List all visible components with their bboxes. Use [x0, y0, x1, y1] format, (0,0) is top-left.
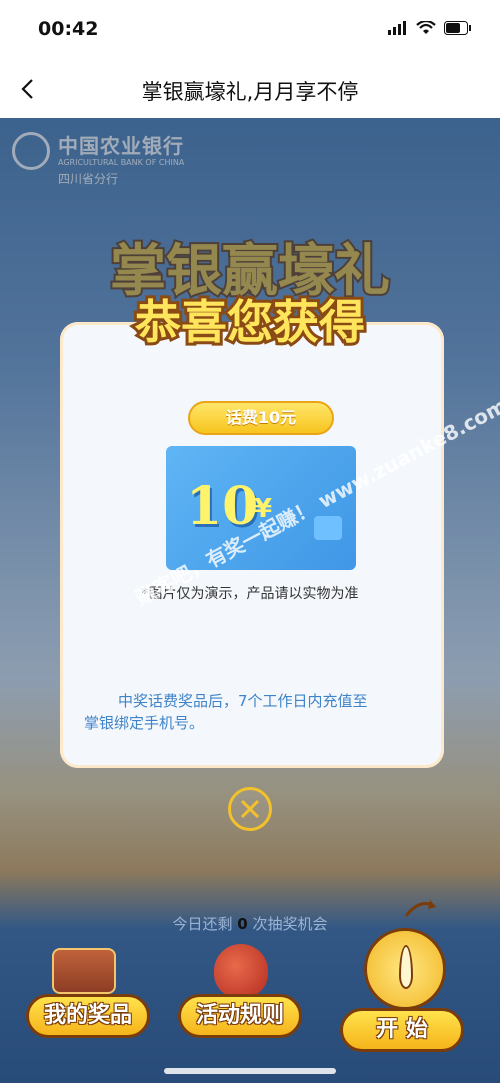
disclaimer-note: *图片仅为演示，产品请以实物为准: [141, 586, 359, 602]
battery-icon: [444, 21, 471, 35]
arrow-icon: [404, 900, 436, 917]
lottery-dial-icon: [364, 928, 446, 1010]
modal-title: 恭喜您获得: [131, 292, 368, 352]
close-button[interactable]: [228, 787, 272, 831]
nav-bar: 掌银赢壕礼,月月享不停: [0, 62, 500, 118]
dial-needle-icon: [399, 945, 413, 989]
rules-button[interactable]: 活动规则: [178, 994, 302, 1038]
status-icons: [388, 21, 472, 35]
wifi-icon: [416, 21, 436, 34]
close-icon: [240, 799, 260, 819]
activity-page: 中国农业银行 AGRICULTURAL BANK OF CHINA 四川省分行 …: [0, 118, 500, 1083]
status-bar: 00:42: [0, 0, 500, 62]
my-prizes-button[interactable]: 我的奖品: [26, 994, 150, 1038]
chance-prefix: 今日还剩: [172, 915, 233, 933]
svg-text:恭喜您获得: 恭喜您获得: [134, 295, 365, 349]
sim-icon: [314, 516, 342, 540]
signal-icon: [388, 21, 406, 35]
chance-count: 0: [237, 915, 248, 933]
lucky-bag-icon: [214, 944, 268, 998]
start-button[interactable]: 开 始: [340, 1008, 464, 1052]
status-time: 00:42: [38, 18, 99, 40]
prize-info-line2: 掌银绑定手机号。: [84, 714, 205, 732]
chance-suffix: 次抽奖机会: [252, 915, 328, 933]
prize-info-line1: 中奖话费奖品后，7个工作日内充值至: [118, 692, 368, 710]
prize-badge: 话费10元: [188, 401, 334, 435]
page-title: 掌银赢壕礼,月月享不停: [141, 80, 359, 104]
treasure-chest-icon: [52, 948, 116, 994]
home-indicator[interactable]: [164, 1068, 336, 1074]
prize-info: 中奖话费奖品后，7个工作日内充值至 掌银绑定手机号。: [84, 690, 434, 734]
